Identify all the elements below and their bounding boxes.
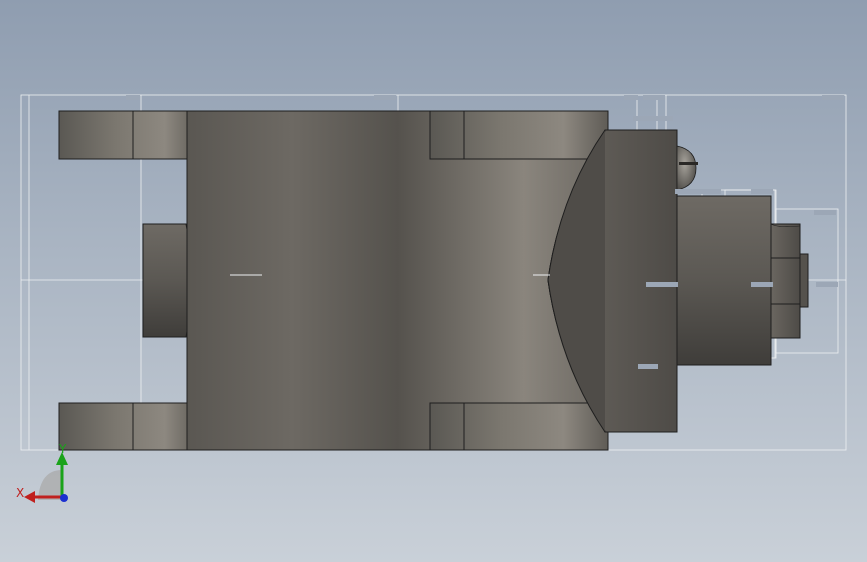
- cad-viewport[interactable]: Y X: [0, 0, 867, 562]
- shaft-cylinder: [676, 195, 772, 366]
- left-upper-arm: [58, 110, 201, 160]
- hex-nut: [770, 223, 801, 339]
- left-boss: [142, 223, 193, 338]
- x-axis-label: X: [16, 486, 24, 500]
- z-axis-dot: [60, 494, 68, 502]
- axis-triad: Y X: [16, 442, 68, 503]
- right-upper-arm: [429, 110, 609, 160]
- right-lower-arm: [429, 402, 609, 451]
- left-lower-arm: [58, 402, 201, 451]
- main-body: [186, 110, 609, 451]
- thread-stud: [799, 253, 809, 308]
- y-axis-label: Y: [58, 442, 67, 456]
- upper-screw: [676, 145, 698, 191]
